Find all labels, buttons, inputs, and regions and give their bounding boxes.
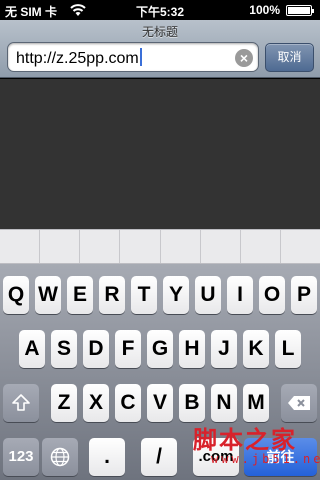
key-m[interactable]: M [243,384,269,422]
key-x[interactable]: X [83,384,109,422]
key-f[interactable]: F [115,330,141,368]
go-button[interactable]: 前往 [244,438,317,476]
key-i[interactable]: I [227,276,253,314]
dotcom-key[interactable]: .com [193,438,239,476]
key-q[interactable]: Q [3,276,29,314]
key-o[interactable]: O [259,276,285,314]
key-h[interactable]: H [179,330,205,368]
suggestion-cell[interactable] [201,230,241,263]
url-text: http://z.25pp.com [16,48,142,68]
cancel-button[interactable]: 取消 [265,43,314,72]
url-input[interactable]: http://z.25pp.com × [7,42,259,72]
slash-key[interactable]: / [141,438,177,476]
suggestion-cell[interactable] [281,230,320,263]
key-y[interactable]: Y [163,276,189,314]
suggestion-cell[interactable] [40,230,81,263]
numbers-key[interactable]: 123 [3,438,39,476]
key-g[interactable]: G [147,330,173,368]
status-bar: 无 SIM 卡 下午5:32 100% [0,0,320,20]
key-l[interactable]: L [275,330,301,368]
period-key[interactable]: . [89,438,125,476]
text-caret [139,48,142,66]
globe-icon [50,447,70,467]
clear-circle-icon[interactable]: × [235,49,253,67]
suggestion-cell[interactable] [80,230,121,263]
browser-toolbar: 无标题 http://z.25pp.com × 取消 [0,20,320,78]
key-u[interactable]: U [195,276,221,314]
battery-percent: 100% [249,3,280,17]
key-e[interactable]: E [67,276,93,314]
key-z[interactable]: Z [51,384,77,422]
key-j[interactable]: J [211,330,237,368]
page-content-area [0,79,320,229]
key-w[interactable]: W [35,276,61,314]
backspace-icon [288,396,310,410]
key-p[interactable]: P [291,276,317,314]
shift-arrow-icon [12,394,30,411]
battery-icon [286,5,314,16]
suggestion-bar [0,229,320,264]
key-r[interactable]: R [99,276,125,314]
suggestion-cell[interactable] [161,230,201,263]
suggestion-cell[interactable] [0,230,41,263]
globe-key[interactable] [42,438,78,476]
key-v[interactable]: V [147,384,173,422]
key-k[interactable]: K [243,330,269,368]
key-t[interactable]: T [131,276,157,314]
suggestion-cell[interactable] [120,230,161,263]
key-s[interactable]: S [51,330,77,368]
keyboard: Q W E R T Y U I O P A S D F G H J K L Z … [0,264,320,480]
key-d[interactable]: D [83,330,109,368]
key-n[interactable]: N [211,384,237,422]
key-a[interactable]: A [19,330,45,368]
delete-key[interactable] [281,384,317,422]
key-c[interactable]: C [115,384,141,422]
page-title: 无标题 [141,25,178,39]
key-b[interactable]: B [179,384,205,422]
suggestion-cell[interactable] [241,230,281,263]
shift-key[interactable] [3,384,39,422]
